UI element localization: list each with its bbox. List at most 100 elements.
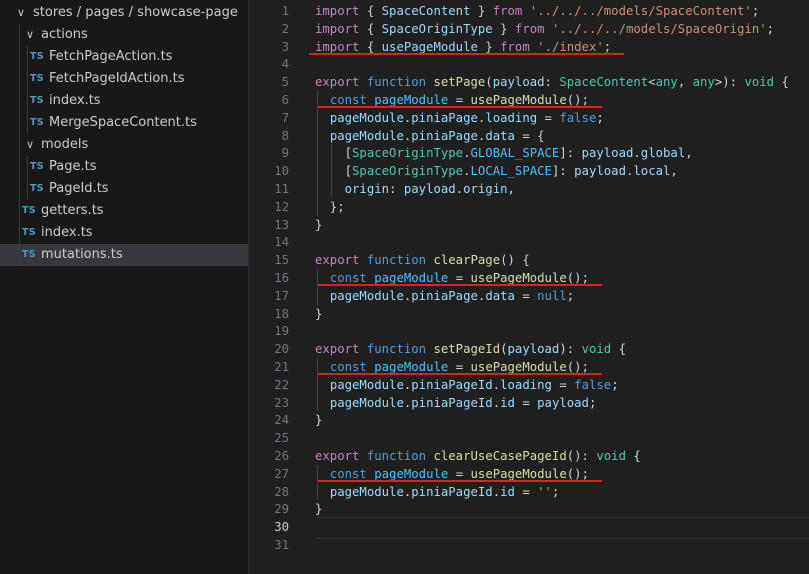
code-token: >):: [714, 75, 745, 90]
code-token: =: [448, 93, 471, 107]
code-token: SpaceOriginType: [381, 21, 493, 36]
code-token: usePageModule: [470, 93, 567, 107]
code-editor[interactable]: 1 import { SpaceContent } from '../../../…: [249, 0, 809, 574]
code-token: pageModule: [374, 271, 449, 285]
code-token: }: [315, 502, 323, 517]
file-label: MergeSpaceContent.ts: [49, 115, 197, 130]
indent-guide: [317, 464, 318, 501]
typescript-file-icon: TS: [30, 51, 44, 62]
code-token: =: [448, 271, 471, 285]
code-token: export: [315, 342, 360, 357]
code-token: piniaPageId: [411, 377, 493, 392]
code-token: =: [551, 377, 575, 392]
code-token: export: [315, 449, 360, 463]
code-token: null: [537, 288, 567, 303]
code-token: piniaPageId: [411, 395, 493, 410]
code-token: .: [492, 395, 501, 410]
line-number: 31: [274, 538, 289, 552]
tree-file[interactable]: TS PageId.ts: [0, 178, 248, 200]
typescript-file-icon: TS: [30, 161, 44, 172]
code-token: piniaPage: [411, 288, 478, 303]
code-token: ;: [751, 4, 760, 18]
indent-guide: [317, 91, 318, 216]
code-token: .: [463, 164, 471, 179]
code-token: const: [329, 466, 367, 481]
typescript-file-icon: TS: [22, 227, 36, 238]
code-token: }: [315, 306, 323, 321]
code-token: {: [359, 39, 382, 54]
code-token: ,: [677, 75, 693, 90]
code-token: () {: [500, 253, 530, 268]
code-token: {: [625, 449, 641, 463]
code-token: pageModule: [374, 360, 449, 374]
code-token: LOCAL_SPACE: [470, 164, 552, 179]
code-token: {: [359, 21, 382, 36]
code-token: (: [500, 342, 508, 357]
code-token: ();: [566, 466, 589, 481]
code-token: '../../../models/SpaceContent': [529, 4, 752, 18]
tree-file[interactable]: TS index.ts: [0, 222, 248, 244]
code-token: origin: [344, 182, 390, 196]
code-token: GLOBAL_SPACE: [470, 146, 560, 161]
code-token: SpaceContent: [559, 75, 649, 90]
tree-file[interactable]: TS Page.ts: [0, 156, 248, 178]
code-token: .: [463, 146, 471, 161]
typescript-file-icon: TS: [30, 73, 44, 84]
code-token: pageModule: [329, 377, 404, 392]
tree-indent-guide: [27, 156, 28, 200]
code-token: setPageId: [433, 342, 501, 357]
tree-folder-actions[interactable]: ∨ actions: [0, 24, 248, 46]
code-token: setPage: [433, 75, 486, 90]
file-label: index.ts: [41, 225, 93, 240]
code-token: }: [315, 413, 323, 428]
code-token: piniaPageId: [411, 484, 493, 499]
file-label: Page.ts: [49, 159, 97, 174]
code-token: loading: [500, 377, 552, 392]
tree-file[interactable]: TS MergeSpaceContent.ts: [0, 112, 248, 134]
code-token: data: [485, 128, 515, 143]
code-token: }: [492, 21, 515, 36]
code-token: ;: [611, 377, 619, 392]
tree-file[interactable]: TS FetchPageAction.ts: [0, 46, 248, 68]
code-token: from: [500, 39, 530, 54]
file-label: index.ts: [49, 93, 101, 108]
code-token: (: [485, 75, 493, 90]
code-token: function: [366, 253, 427, 268]
code-token: clearUseCasePageId: [433, 449, 567, 463]
code-token: .: [492, 484, 501, 499]
tree-file[interactable]: TS FetchPageIdAction.ts: [0, 68, 248, 90]
code-token: payload: [507, 342, 560, 357]
code-line[interactable]: 31: [249, 534, 809, 556]
code-token: }: [477, 39, 501, 54]
code-token: pageModule: [374, 466, 449, 481]
tree-file[interactable]: TS getters.ts: [0, 200, 248, 222]
code-token: usePageModule: [470, 360, 567, 374]
file-label: mutations.ts: [41, 247, 123, 262]
code-token: ;: [566, 288, 575, 303]
code-token: false: [574, 377, 612, 392]
code-token: const: [329, 271, 367, 285]
typescript-file-icon: TS: [30, 183, 44, 194]
tree-file[interactable]: TS mutations.ts: [0, 244, 248, 266]
code-token: id: [500, 484, 515, 499]
code-token: =: [537, 110, 560, 125]
code-token: ]:: [551, 164, 575, 179]
code-token: from: [514, 21, 545, 36]
code-token: payload: [581, 146, 634, 161]
tree-file[interactable]: TS index.ts: [0, 90, 248, 112]
file-label: FetchPageIdAction.ts: [49, 71, 185, 86]
code-token: ,: [685, 146, 693, 161]
code-token: <: [648, 75, 656, 90]
code-token: {: [359, 4, 382, 18]
code-token: payload: [403, 182, 456, 196]
tree-folder-models[interactable]: ∨ models: [0, 134, 248, 156]
code-token: ():: [566, 449, 597, 463]
explorer-root-folder[interactable]: ∨ stores / pages / showcase-page: [0, 2, 248, 24]
file-label: FetchPageAction.ts: [49, 49, 173, 64]
code-token: ):: [559, 342, 582, 357]
indent-guide: [317, 269, 318, 305]
